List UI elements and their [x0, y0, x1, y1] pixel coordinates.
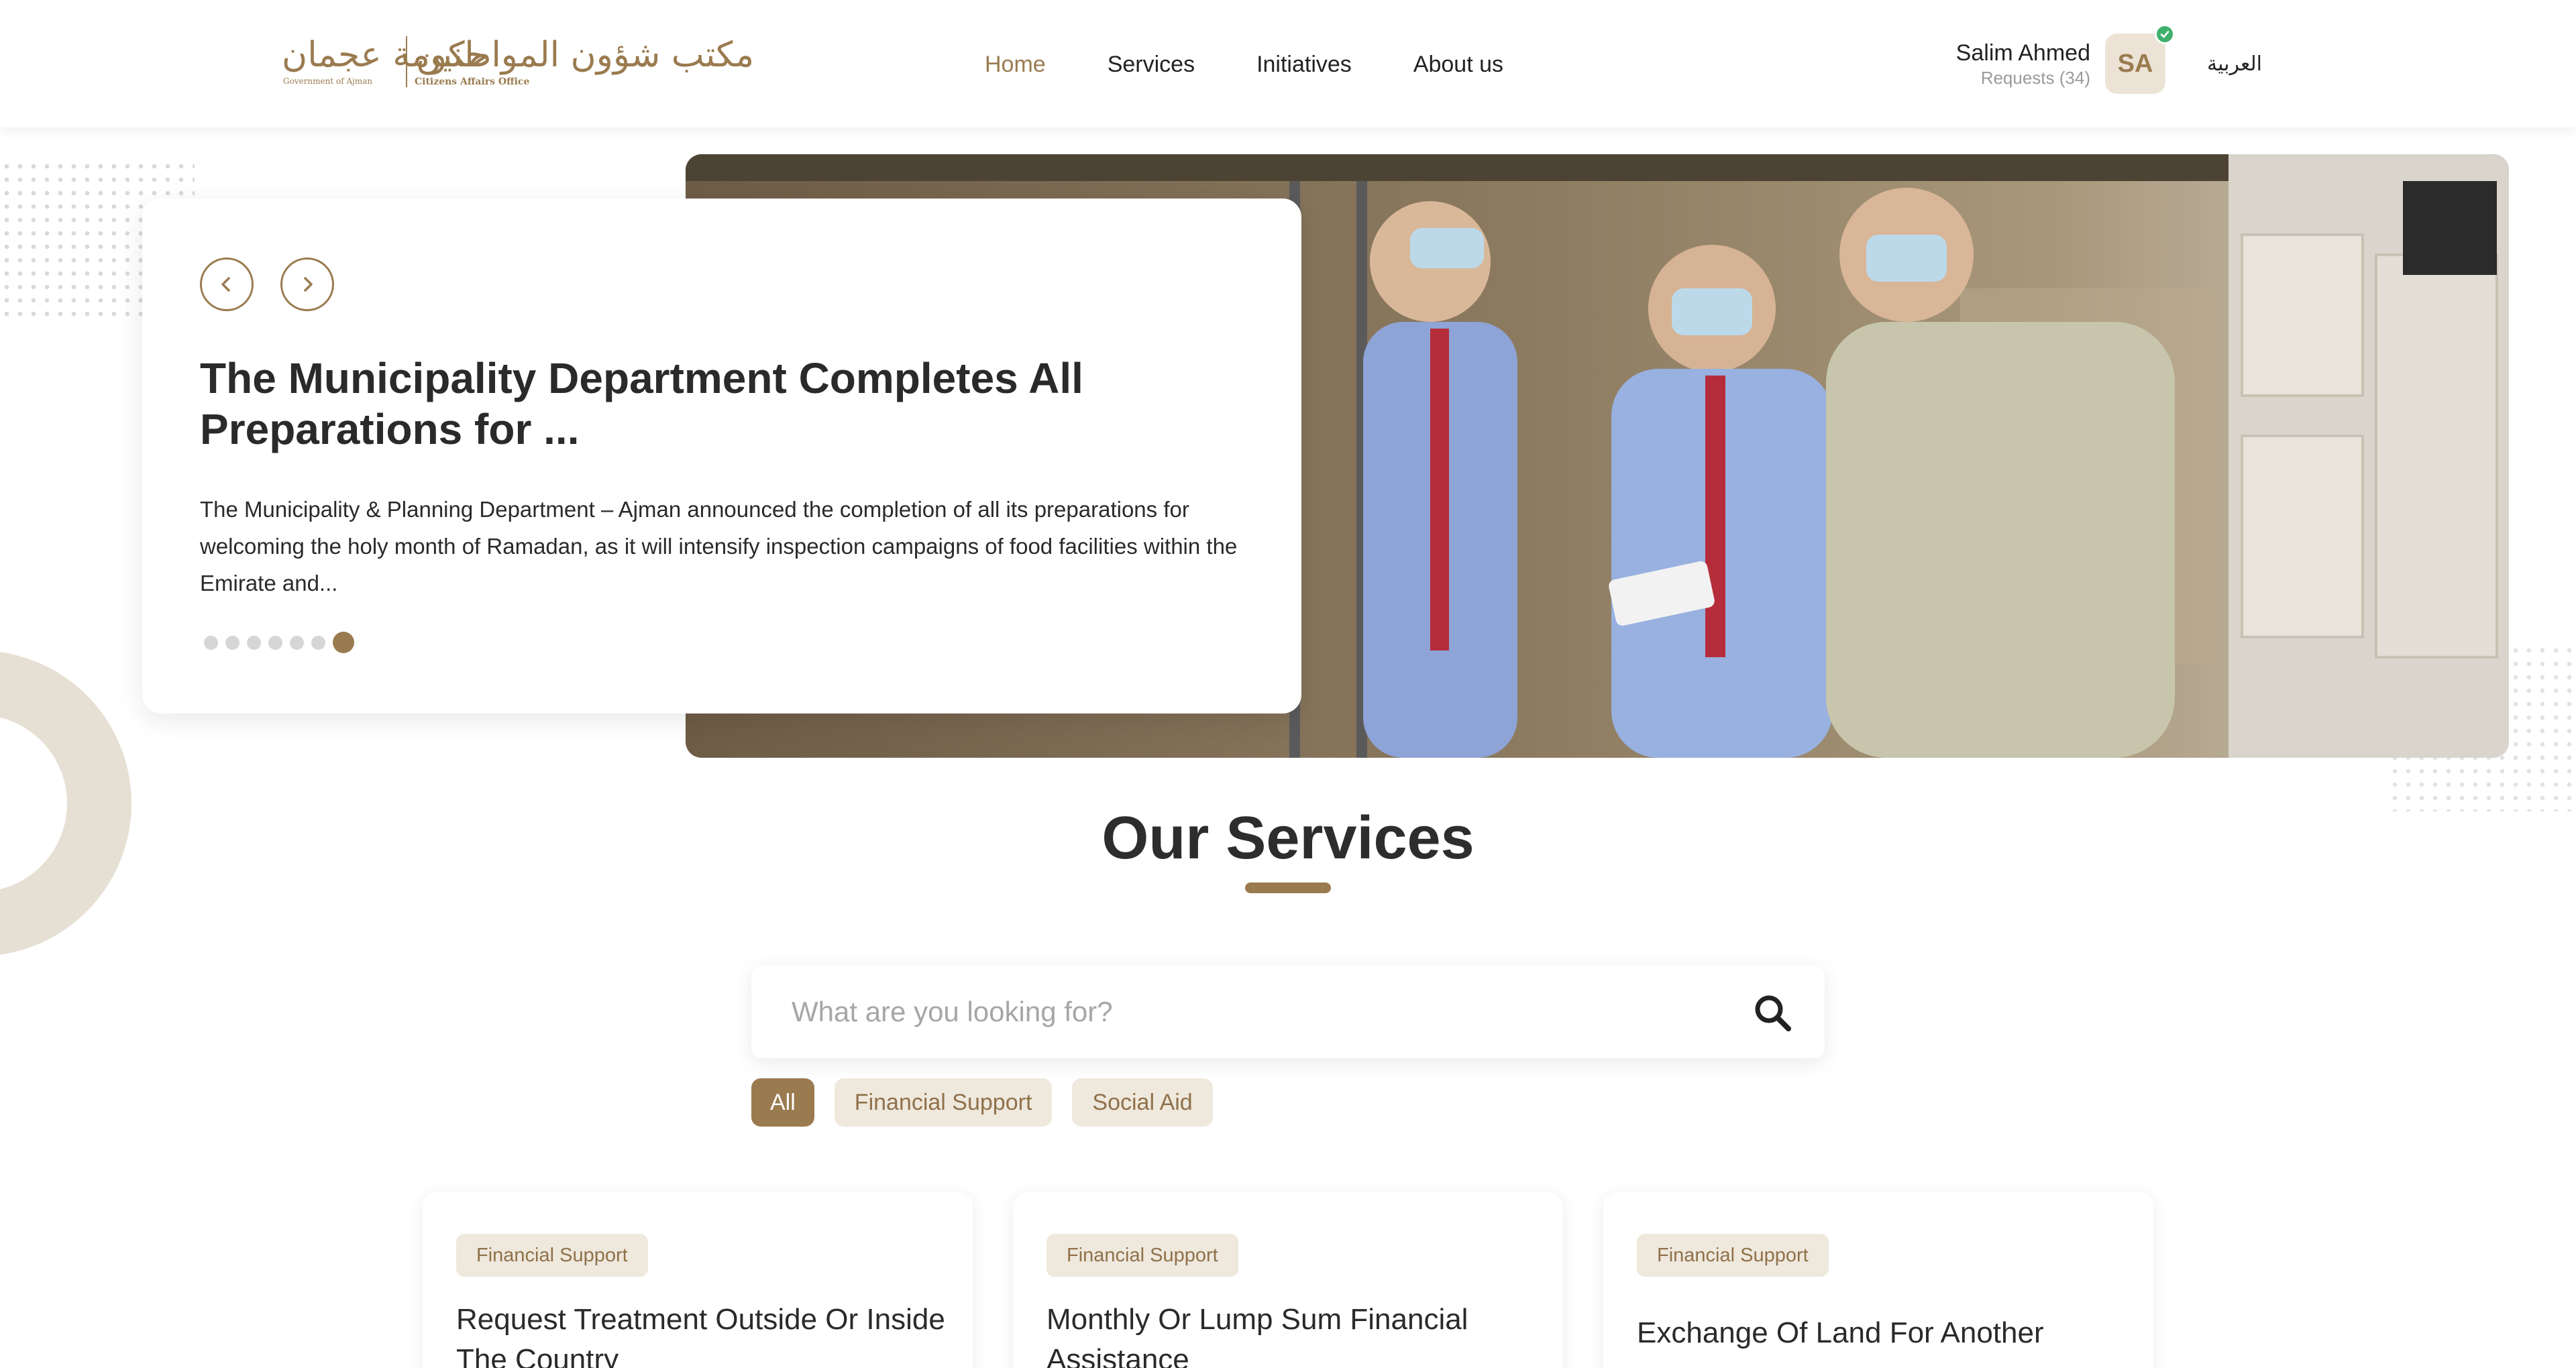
logo-english-left: Government of Ajman	[283, 76, 373, 86]
service-category-badge: Financial Support	[1637, 1234, 1829, 1277]
carousel-dot[interactable]	[204, 635, 218, 650]
service-filters: All Financial Support Social Aid	[751, 1078, 1213, 1127]
user-requests-count: Requests (34)	[1980, 68, 2090, 88]
carousel-prev-button[interactable]	[200, 258, 254, 311]
service-category-badge: Financial Support	[456, 1234, 648, 1277]
service-category-badge: Financial Support	[1046, 1234, 1238, 1277]
nav-services[interactable]: Services	[1108, 48, 1195, 80]
logo-english-right: Citizens Affairs Office	[415, 76, 530, 87]
nav-home[interactable]: Home	[985, 48, 1046, 80]
hero-title[interactable]: The Municipality Department Completes Al…	[200, 353, 1206, 455]
hero-description: The Municipality & Planning Department –…	[200, 497, 1238, 595]
carousel-dot[interactable]	[290, 635, 304, 650]
service-title[interactable]: Exchange Of Land For Another	[1637, 1313, 2133, 1353]
service-search	[751, 966, 1825, 1058]
service-title[interactable]: Monthly Or Lump Sum Financial Assistance	[1046, 1300, 1543, 1368]
avatar[interactable]: SA	[2105, 34, 2165, 94]
service-card[interactable]: Financial Support Monthly Or Lump Sum Fi…	[1013, 1192, 1563, 1368]
carousel-dot[interactable]	[225, 635, 239, 650]
search-input[interactable]	[792, 988, 1717, 1035]
language-toggle[interactable]: العربية	[2207, 48, 2262, 80]
carousel-pagination	[204, 632, 354, 653]
section-title: Our Services	[1102, 805, 1474, 872]
filter-social-aid[interactable]: Social Aid	[1072, 1078, 1213, 1127]
service-card[interactable]: Financial Support Exchange Of Land For A…	[1603, 1192, 2153, 1368]
service-card[interactable]: Financial Support Request Treatment Outs…	[423, 1192, 973, 1368]
nav-about-us[interactable]: About us	[1413, 48, 1503, 80]
user-name: Salim Ahmed	[1955, 40, 2090, 66]
site-header: حكومة عجمان مكتب شؤون المواطنين Governme…	[0, 0, 2576, 127]
main-nav: Home Services Initiatives About us	[985, 48, 1503, 80]
verified-check-icon	[2155, 24, 2175, 44]
hero-news-card: The Municipality Department Completes Al…	[142, 198, 1301, 714]
nav-initiatives[interactable]: Initiatives	[1256, 48, 1352, 80]
service-cards: Financial Support Request Treatment Outs…	[423, 1192, 2153, 1368]
filter-all[interactable]: All	[751, 1078, 814, 1127]
search-icon	[1755, 995, 1791, 1031]
carousel-dot-active[interactable]	[333, 632, 354, 653]
filter-financial-support[interactable]: Financial Support	[834, 1078, 1053, 1127]
carousel-next-button[interactable]	[280, 258, 334, 311]
search-button[interactable]	[1751, 991, 1794, 1034]
carousel-dot[interactable]	[268, 635, 282, 650]
carousel-dot[interactable]	[247, 635, 261, 650]
logo[interactable]: حكومة عجمان مكتب شؤون المواطنين Governme…	[282, 32, 754, 93]
user-info[interactable]: Salim Ahmed Requests (34)	[1956, 39, 2090, 89]
logo-arabic-right: مكتب شؤون المواطنين	[416, 35, 755, 75]
chevron-right-icon	[304, 277, 313, 292]
chevron-left-icon	[221, 277, 230, 292]
service-title[interactable]: Request Treatment Outside Or Inside The …	[456, 1300, 953, 1368]
carousel-dot[interactable]	[311, 635, 325, 650]
title-underline	[1245, 882, 1331, 893]
